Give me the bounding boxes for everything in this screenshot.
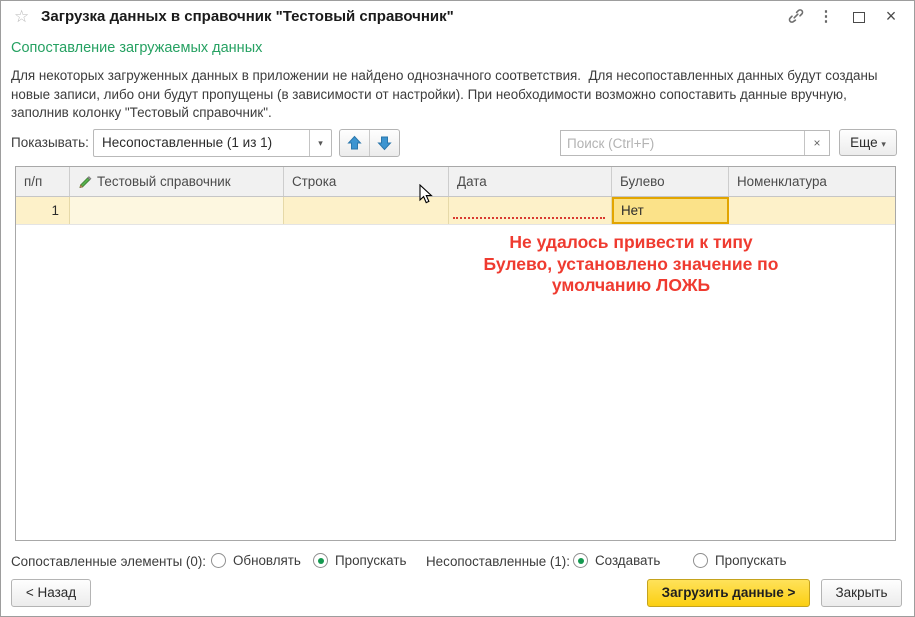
annotation-line: умолчанию ЛОЖЬ [321,275,915,297]
annotation-line: Булево, установлено значение по [321,254,915,276]
col-header-date[interactable]: Дата [449,167,612,196]
unmatched-label: Несопоставленные (1): [426,554,570,569]
section-title: Сопоставление загружаемых данных [11,40,262,56]
annotation-line: Не удалось привести к типу [321,232,915,254]
chevron-down-icon[interactable]: ▾ [309,130,331,156]
search-box: × [560,130,830,156]
cell-num[interactable]: 1 [16,197,70,224]
favorite-star-icon[interactable]: ☆ [14,8,29,26]
footer-options: Сопоставленные элементы (0): Обновлять П… [1,552,914,572]
radio-icon [693,553,708,568]
radio-matched-skip[interactable]: Пропускать [313,553,406,568]
radio-icon [211,553,226,568]
col-header-test-catalog[interactable]: Тестовый справочник [70,167,284,196]
description-text: Для некоторых загруженных данных в прило… [11,67,899,123]
more-label: Еще [850,135,877,150]
radio-label: Обновлять [233,553,301,568]
table-header-row: п/п Тестовый справочник Строка Дата Буле… [16,167,895,197]
radio-unmatched-create[interactable]: Создавать [573,553,660,568]
col-label: Тестовый справочник [97,174,231,189]
filter-combobox[interactable]: Несопоставленные (1 из 1) ▾ [93,129,332,157]
chevron-down-icon: ▾ [881,139,886,149]
pencil-icon [78,175,92,189]
date-error-underline [453,217,605,219]
col-header-num[interactable]: п/п [16,167,70,196]
search-input[interactable] [561,131,804,155]
matched-label: Сопоставленные элементы (0): [11,554,206,569]
error-annotation: Не удалось привести к типу Булево, устан… [321,232,915,297]
table-row[interactable]: 1 Нет [16,197,895,225]
close-button[interactable]: × [878,5,904,29]
more-button[interactable]: Еще ▾ [839,129,897,156]
close-form-button[interactable]: Закрыть [821,579,902,607]
arrow-up-icon [347,135,362,151]
cell-test-catalog[interactable] [70,197,284,224]
col-header-nomenclature[interactable]: Номенклатура [729,167,895,196]
radio-label: Создавать [595,553,660,568]
navigate-arrows [339,129,400,157]
radio-icon-checked [573,553,588,568]
titlebar: ☆ Загрузка данных в справочник "Тестовый… [1,1,914,33]
window-title: Загрузка данных в справочник "Тестовый с… [41,8,454,25]
col-label: Строка [292,174,336,189]
col-header-boolean[interactable]: Булево [612,167,729,196]
menu-kebab-icon[interactable]: ⋮ [813,5,839,29]
mapping-table: п/п Тестовый справочник Строка Дата Буле… [15,166,896,541]
radio-label: Пропускать [715,553,786,568]
cell-date[interactable] [449,197,612,224]
radio-matched-update[interactable]: Обновлять [211,553,301,568]
filter-value: Несопоставленные (1 из 1) [102,135,272,150]
maximize-icon [853,12,865,23]
radio-label: Пропускать [335,553,406,568]
load-data-button[interactable]: Загрузить данные > [647,579,810,607]
search-clear-icon[interactable]: × [804,131,829,155]
col-label: Дата [457,174,487,189]
maximize-button[interactable] [846,5,872,29]
cell-boolean-selected[interactable]: Нет [612,197,729,224]
get-link-icon[interactable] [783,7,809,31]
show-label: Показывать: [11,135,89,150]
prev-unmatched-button[interactable] [340,130,370,156]
col-label: п/п [24,174,42,189]
back-button[interactable]: < Назад [11,579,91,607]
next-unmatched-button[interactable] [370,130,400,156]
arrow-down-icon [377,135,392,151]
cell-nomenclature[interactable] [729,197,895,224]
radio-icon-checked [313,553,328,568]
mouse-cursor [419,184,435,206]
app-window: ☆ Загрузка данных в справочник "Тестовый… [0,0,915,617]
link-icon [787,7,805,25]
radio-unmatched-skip[interactable]: Пропускать [693,553,786,568]
col-label: Булево [620,174,665,189]
col-label: Номенклатура [737,174,827,189]
